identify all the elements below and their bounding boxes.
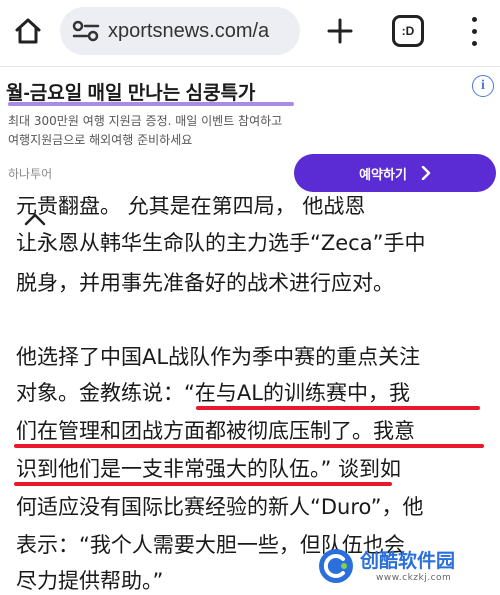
site-settings-icon[interactable]: [72, 19, 100, 43]
tab-count: :D: [401, 24, 415, 38]
ad-info-icon[interactable]: i: [472, 75, 494, 97]
ad-reserve-label: 예약하기: [359, 167, 407, 183]
article-line: 们在管理和团战方面都被彻底压制了。我意: [16, 419, 415, 443]
watermark-name: 创酷软件园: [360, 550, 456, 572]
quote-underline: [196, 406, 480, 410]
watermark-logo-icon: [319, 549, 353, 583]
home-icon[interactable]: [8, 11, 48, 51]
chevron-up-icon: [24, 213, 46, 226]
article-line: 尽力提供帮助。”: [16, 569, 164, 593]
ad-reserve-button[interactable]: 예약하기: [294, 154, 496, 192]
browser-toolbar: xportsnews.com/a :D: [0, 0, 500, 64]
collapse-ad-button[interactable]: [18, 208, 52, 230]
ad-advertiser: 하나투어: [8, 167, 53, 181]
chevron-right-icon: [421, 166, 431, 180]
url-text[interactable]: xportsnews.com/a: [108, 20, 269, 43]
ad-description: 최대 300만원 여행 지원금 증정. 매일 이벤트 참여하고 여행지원금으로 …: [8, 112, 428, 150]
quote-underline: [14, 482, 392, 486]
ad-banner[interactable]: 월-금요일 매일 만나는 심쿵특가 최대 300만원 여행 지원금 증정. 매일…: [0, 66, 500, 196]
tab-switcher-button[interactable]: :D: [392, 15, 424, 47]
ad-description-line: 여행지원금으로 해외여행 준비하세요: [8, 133, 193, 147]
article-line: 让永恩从韩华生命队的主力选手“Zeca”手中: [16, 231, 426, 255]
article-body: 元贵翻盘。 允其是在第四局， 他战恩 让永恩从韩华生命队的主力选手“Zeca”手…: [0, 196, 500, 595]
article-line: 他选择了中国AL战队作为季中赛的重点关注: [16, 345, 421, 369]
address-bar[interactable]: xportsnews.com/a: [60, 7, 300, 55]
new-tab-icon[interactable]: [320, 11, 360, 51]
quote-underline: [14, 444, 484, 448]
more-menu-icon[interactable]: [462, 13, 486, 49]
site-watermark: 创酷软件园 www.ckzkj.com: [318, 546, 494, 592]
watermark-url: www.ckzkj.com: [376, 573, 452, 583]
ad-description-line: 최대 300만원 여행 지원금 증정. 매일 이벤트 참여하고: [8, 114, 283, 128]
ad-title[interactable]: 월-금요일 매일 만나는 심쿵특가: [6, 78, 255, 105]
article-line: 脱身，并用事先准备好的战术进行应对。: [16, 271, 394, 295]
article-line: 识到他们是一支非常强大的队伍。” 谈到如: [16, 457, 402, 481]
ad-title-underline: [8, 102, 294, 106]
article-line: 何适应没有国际比赛经验的新人“Duro”，他: [16, 495, 424, 519]
article-line: 元贵翻盘。 允其是在第四局， 他战恩: [16, 196, 366, 218]
article-line: 对象。金教练说：“在与AL的训练赛中，我: [16, 381, 410, 405]
